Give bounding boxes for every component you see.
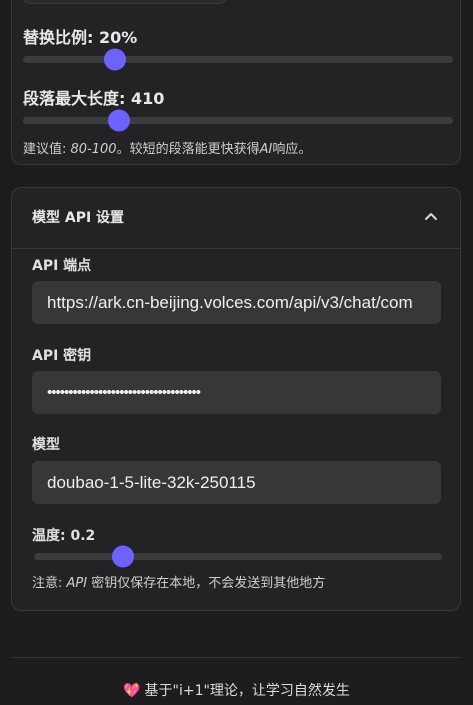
replacement-ratio-thumb[interactable] — [104, 48, 126, 71]
paragraph-length-thumb[interactable] — [108, 109, 130, 132]
temperature-thumb[interactable] — [112, 545, 134, 568]
api-key-label: API 密钥 — [32, 348, 92, 364]
api-key-note: 注意: API 密钥仅保存在本地，不会发送到其他地方 — [32, 576, 326, 591]
footer-text: 基于"i+1"理论，让学习自然发生 — [144, 683, 350, 699]
reading-settings-card: 替换比例: 20% 段落最大长度: 410 建议值: 80-100。较短的段落能… — [11, 0, 461, 165]
footer: 💖 基于"i+1"理论，让学习自然发生 — [0, 680, 473, 700]
model-label: 模型 — [32, 437, 60, 453]
api-endpoint-input[interactable] — [32, 281, 441, 324]
replacement-ratio-label: 替换比例: 20% — [23, 28, 138, 47]
model-input[interactable] — [32, 461, 441, 504]
api-settings-header[interactable]: 模型 API 设置 — [12, 188, 460, 249]
heart-icon: 💖 — [123, 683, 141, 699]
temperature-label: 温度: 0.2 — [32, 528, 96, 544]
paragraph-length-label: 段落最大长度: 410 — [23, 89, 165, 108]
replacement-ratio-track[interactable] — [23, 48, 453, 71]
api-settings-title: 模型 API 设置 — [32, 210, 125, 226]
model-api-settings-card: 模型 API 设置 API 端点 API 密钥 ••••••••••••••••… — [11, 187, 461, 611]
temperature-track[interactable] — [34, 545, 442, 568]
footer-divider — [11, 657, 461, 658]
chevron-up-icon[interactable] — [424, 209, 438, 223]
partial-input[interactable] — [22, 0, 227, 4]
api-key-input[interactable]: •••••••••••••••••••••••••••••••••••• — [32, 371, 441, 414]
paragraph-length-hint: 建议值: 80-100。较短的段落能更快获得AI响应。 — [23, 142, 312, 157]
api-endpoint-label: API 端点 — [32, 258, 92, 274]
paragraph-length-track[interactable] — [23, 109, 453, 132]
